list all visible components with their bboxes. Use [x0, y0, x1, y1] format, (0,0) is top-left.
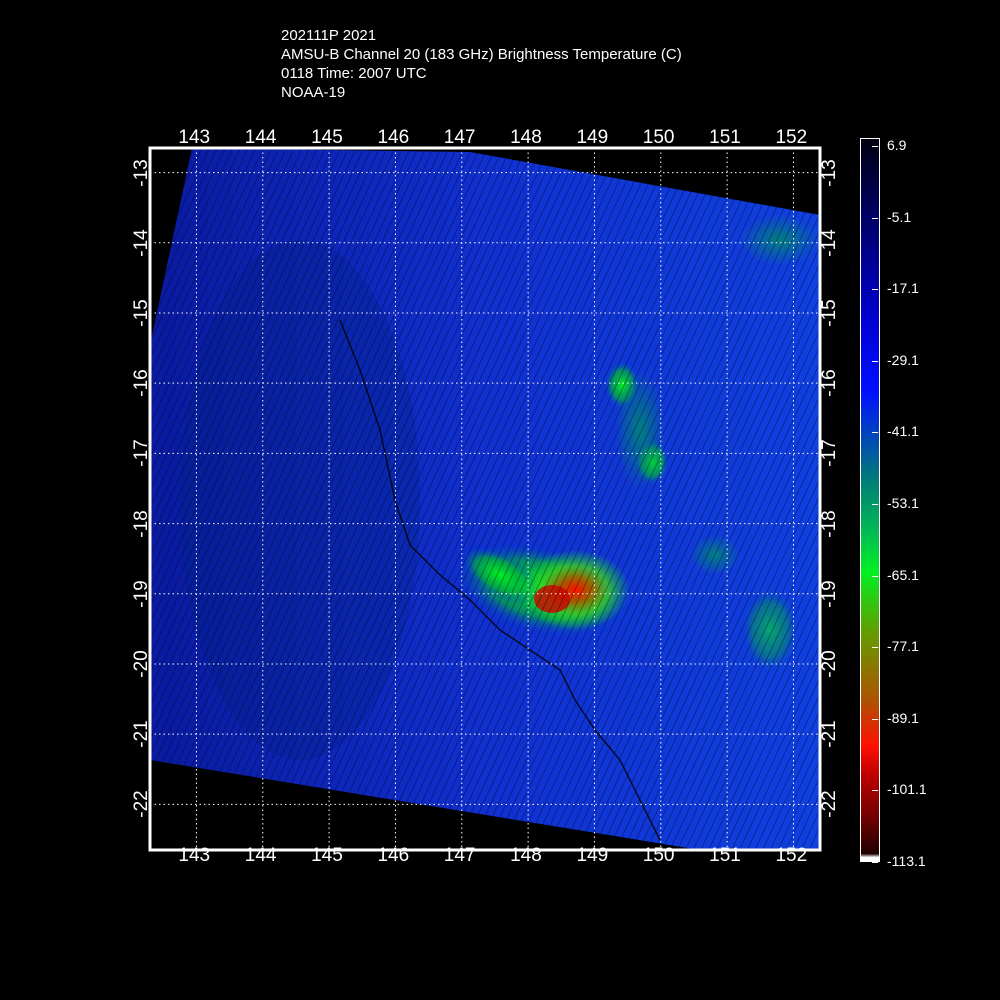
- lon-tick-bottom: 149: [576, 845, 609, 866]
- lon-tick-bottom: 146: [377, 845, 410, 866]
- colorbar-label: -113.1: [887, 853, 926, 869]
- colorbar-label: -101.1: [887, 781, 927, 798]
- lon-tick-top: 149: [576, 127, 609, 148]
- lat-tick-left: -16: [131, 369, 152, 397]
- lon-tick-top: 150: [642, 127, 675, 148]
- colorbar-tick: [872, 289, 878, 291]
- lat-tick-left: -15: [131, 299, 152, 327]
- colorbar-tick: [872, 360, 878, 362]
- lon-tick-bottom: 151: [709, 845, 741, 866]
- colorbar-label: -89.1: [887, 709, 919, 726]
- lon-tick-bottom: 145: [311, 845, 343, 866]
- colorbar-label: -53.1: [887, 495, 919, 511]
- satellite-map: [148, 146, 822, 852]
- lat-tick-left: -21: [131, 720, 152, 748]
- colorbar-label: 6.9: [887, 137, 907, 153]
- lon-tick-top: 146: [377, 127, 410, 148]
- colorbar-label: -65.1: [887, 566, 919, 583]
- lat-tick-right: -14: [819, 229, 840, 257]
- lat-tick-left: -19: [131, 580, 152, 608]
- lat-tick-right: -16: [819, 369, 840, 397]
- lon-tick-bottom: 148: [510, 845, 542, 866]
- lon-tick-top: 143: [178, 127, 211, 148]
- lon-tick-bottom: 150: [642, 845, 675, 866]
- lat-tick-right: -15: [819, 299, 840, 327]
- lat-tick-right: -21: [819, 720, 840, 748]
- lat-tick-right: -18: [819, 509, 840, 538]
- colorbar-tick: [872, 146, 878, 147]
- colorbar-label: -77.1: [887, 638, 919, 655]
- lon-tick-top: 145: [311, 127, 343, 148]
- colorbar-tick: [872, 217, 878, 219]
- colorbar-tick: [872, 504, 878, 505]
- lat-tick-left: -13: [131, 158, 152, 187]
- lat-tick-right: -22: [819, 790, 840, 819]
- lat-tick-right: -13: [819, 158, 840, 187]
- lon-tick-top: 152: [775, 127, 808, 148]
- colorbar-label: -5.1: [887, 208, 912, 225]
- lon-tick-top: 144: [244, 127, 277, 148]
- lat-tick-right: -17: [819, 439, 840, 468]
- lat-tick-left: -17: [131, 439, 152, 468]
- colorbar-tick: [872, 718, 878, 720]
- colorbar: [860, 138, 880, 862]
- lon-tick-top: 147: [443, 127, 476, 148]
- colorbar-tick: [872, 790, 878, 792]
- lon-tick-top: 148: [510, 127, 542, 148]
- colorbar-tick: [872, 432, 878, 434]
- lat-tick-right: -20: [819, 650, 840, 678]
- lat-tick-left: -22: [131, 790, 152, 819]
- colorbar-tick: [872, 647, 878, 649]
- lon-tick-bottom: 147: [443, 845, 476, 866]
- colorbar-label: -41.1: [887, 423, 919, 440]
- lat-tick-left: -20: [131, 650, 152, 678]
- lat-tick-left: -14: [131, 229, 152, 257]
- lon-tick-bottom: 152: [775, 845, 808, 866]
- colorbar-tick: [872, 575, 878, 577]
- colorbar-tick: [872, 862, 878, 863]
- lat-tick-left: -18: [131, 509, 152, 538]
- colorbar-label: -17.1: [887, 280, 919, 297]
- lon-tick-bottom: 143: [178, 845, 211, 866]
- lat-tick-right: -19: [819, 580, 840, 608]
- colorbar-label: -29.1: [887, 351, 919, 368]
- lon-tick-top: 151: [709, 127, 741, 148]
- lon-tick-bottom: 144: [244, 845, 277, 866]
